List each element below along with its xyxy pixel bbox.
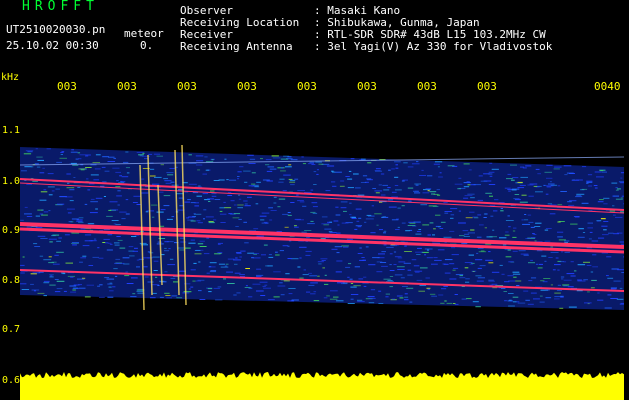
x-tick-label: 003 bbox=[417, 80, 437, 93]
info-value-location: : Shibukawa, Gunma, Japan bbox=[314, 16, 480, 29]
y-tick-label: 0.7 bbox=[2, 324, 21, 335]
x-tick-label: 003 bbox=[237, 80, 257, 93]
count-value: 0. bbox=[140, 39, 154, 52]
info-value-observer: : Masaki Kano bbox=[314, 4, 401, 17]
info-value-receiver: : RTL-SDR SDR# 43dB L15 103.2MHz CW bbox=[314, 28, 546, 41]
info-key-antenna: Receiving Antenna bbox=[180, 40, 293, 53]
x-tick-label: 003 bbox=[477, 80, 497, 93]
x-tick-label: 003 bbox=[357, 80, 377, 93]
y-tick-label: 1.1 bbox=[2, 125, 21, 136]
info-key-location: Receiving Location bbox=[180, 16, 300, 29]
y-tick-label: 1.0 bbox=[2, 176, 21, 187]
frequency-unit-label: kHz bbox=[1, 72, 20, 83]
file-name: UT2510020030.pn bbox=[6, 23, 106, 36]
x-tick-label: 003 bbox=[117, 80, 137, 93]
x-tick-label: 003 bbox=[177, 80, 197, 93]
info-key-receiver: Receiver bbox=[180, 28, 233, 41]
x-tick-label: 0040 bbox=[594, 80, 621, 93]
signal-level-bar bbox=[20, 372, 624, 400]
spectrogram bbox=[20, 144, 624, 400]
y-tick-label: 0.6 bbox=[2, 375, 21, 386]
y-tick-label: 0.8 bbox=[2, 275, 21, 286]
x-tick-label: 003 bbox=[297, 80, 317, 93]
info-key-observer: Observer bbox=[180, 4, 233, 17]
datetime-label: 25.10.02 00:30 bbox=[6, 39, 99, 52]
mode-label: meteor bbox=[124, 27, 164, 40]
app-title: HROFFT bbox=[22, 0, 99, 14]
y-tick-label: 0.9 bbox=[2, 225, 21, 236]
x-tick-label: 003 bbox=[57, 80, 77, 93]
info-value-antenna: : 3el Yagi(V) Az 330 for Vladivostok bbox=[314, 40, 553, 53]
